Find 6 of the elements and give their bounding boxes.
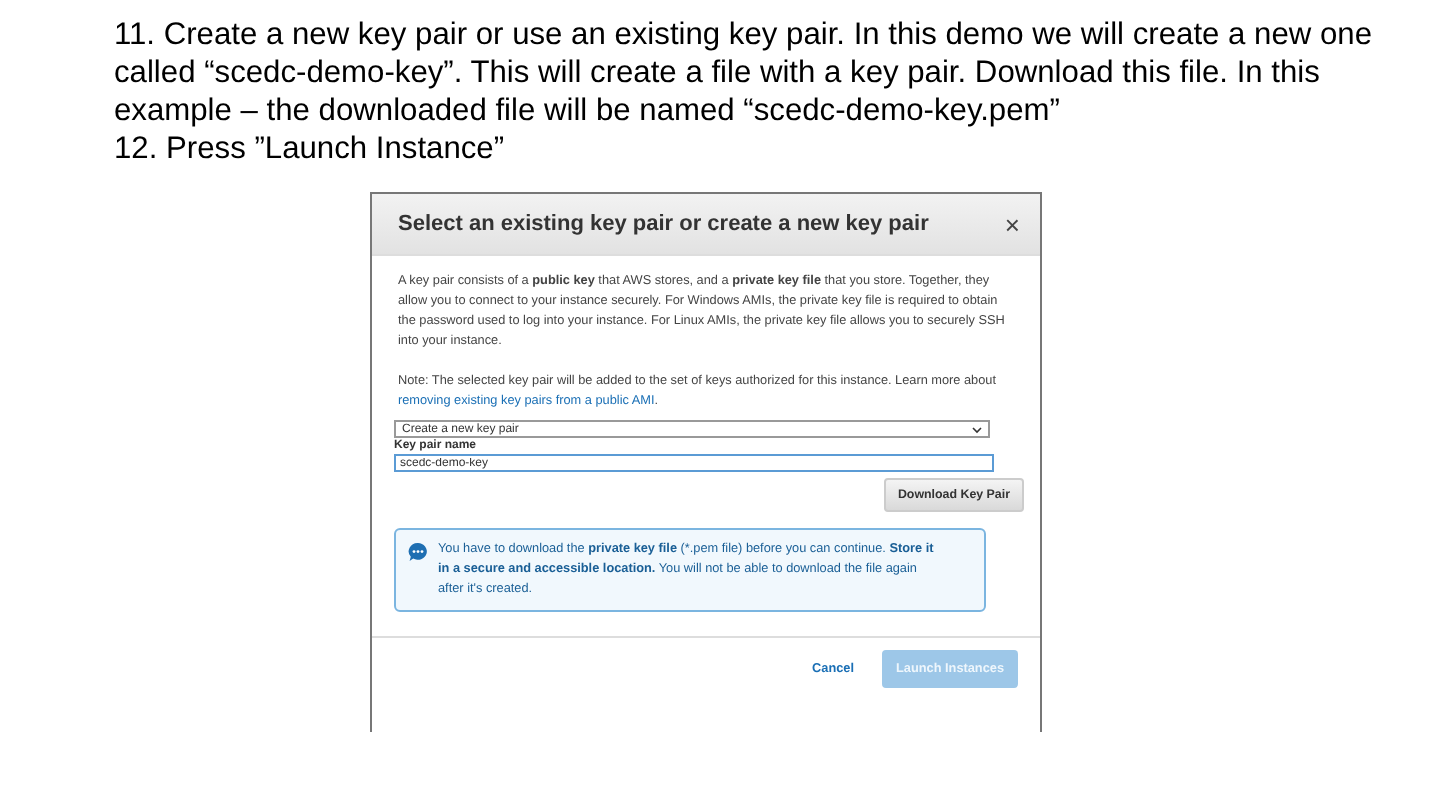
chevron-down-icon xyxy=(972,425,982,433)
instruction-text: 11. Create a new key pair or use an existing key pair. In this demo we will create a new one called “scedc-demo-key”. This will create a file with a key pair. Download this file. In this example – the downloaded file will be named “scedc-demo-key.pem” xyxy=(114,16,1374,130)
dialog-title: Select an existing key pair or create a new key pair xyxy=(398,212,929,236)
instruction-text: 12. Press ”Launch Instance” xyxy=(114,130,507,168)
close-button[interactable]: × xyxy=(1004,209,1020,239)
chat-bubble-icon xyxy=(408,542,428,562)
